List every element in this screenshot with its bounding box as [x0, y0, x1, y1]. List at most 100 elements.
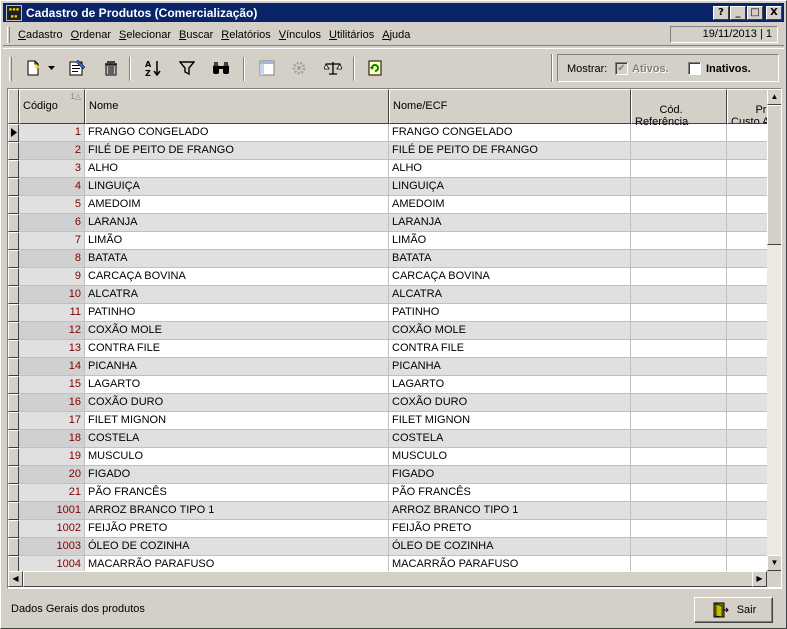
- scroll-up-button[interactable]: ▲: [767, 89, 781, 105]
- cell-nome[interactable]: COSTELA: [85, 430, 389, 448]
- scroll-right-button[interactable]: ▶: [752, 571, 767, 587]
- column-header-codigo[interactable]: Código 1△: [19, 89, 85, 124]
- table-row[interactable]: 13 CONTRA FILE CONTRA FILE: [8, 340, 767, 358]
- row-indicator[interactable]: [8, 160, 19, 178]
- cell-codigo[interactable]: 1002: [19, 520, 85, 538]
- cell-cod-referencia[interactable]: [631, 142, 727, 160]
- scroll-down-button[interactable]: ▼: [767, 555, 781, 571]
- table-row[interactable]: 21 PÃO FRANCÊS PÃO FRANCÊS: [8, 484, 767, 502]
- cell-nome[interactable]: COXÃO DURO: [85, 394, 389, 412]
- cell-cod-referencia[interactable]: [631, 250, 727, 268]
- cell-nome[interactable]: PÃO FRANCÊS: [85, 484, 389, 502]
- cell-cod-referencia[interactable]: [631, 520, 727, 538]
- cell-preco-custo[interactable]: [727, 268, 767, 286]
- row-indicator[interactable]: [8, 304, 19, 322]
- cell-nome-ecf[interactable]: PÃO FRANCÊS: [389, 484, 631, 502]
- refresh-button[interactable]: [363, 57, 387, 79]
- cell-nome[interactable]: CONTRA FILE: [85, 340, 389, 358]
- inativos-label[interactable]: Inativos.: [706, 63, 751, 75]
- vertical-scrollbar[interactable]: ▲ ▼: [767, 89, 781, 571]
- app-icon[interactable]: ▪▪▪ ▪▪: [6, 4, 22, 21]
- cell-nome-ecf[interactable]: COXÃO MOLE: [389, 322, 631, 340]
- row-indicator[interactable]: [8, 430, 19, 448]
- cell-preco-custo[interactable]: [727, 538, 767, 556]
- row-indicator[interactable]: [8, 394, 19, 412]
- cell-cod-referencia[interactable]: [631, 430, 727, 448]
- cell-nome[interactable]: ALHO: [85, 160, 389, 178]
- cell-cod-referencia[interactable]: [631, 286, 727, 304]
- menu-ajuda[interactable]: Ajuda: [378, 29, 414, 41]
- cell-codigo[interactable]: 15: [19, 376, 85, 394]
- cell-preco-custo[interactable]: [727, 142, 767, 160]
- table-row[interactable]: 5 AMEDOIM AMEDOIM: [8, 196, 767, 214]
- cell-codigo[interactable]: 17: [19, 412, 85, 430]
- sort-button[interactable]: A Z: [141, 57, 165, 79]
- table-row[interactable]: 19 MUSCULO MUSCULO: [8, 448, 767, 466]
- table-row[interactable]: 12 COXÃO MOLE COXÃO MOLE: [8, 322, 767, 340]
- cell-codigo[interactable]: 1: [19, 124, 85, 142]
- cell-nome-ecf[interactable]: PATINHO: [389, 304, 631, 322]
- cell-nome-ecf[interactable]: ARROZ BRANCO TIPO 1: [389, 502, 631, 520]
- table-row[interactable]: 14 PICANHA PICANHA: [8, 358, 767, 376]
- cell-nome[interactable]: MUSCULO: [85, 448, 389, 466]
- horizontal-scroll-thumb[interactable]: [23, 571, 753, 587]
- cell-nome-ecf[interactable]: FILÉ DE PEITO DE FRANGO: [389, 142, 631, 160]
- cell-nome-ecf[interactable]: LINGUIÇA: [389, 178, 631, 196]
- row-indicator[interactable]: [8, 196, 19, 214]
- cell-cod-referencia[interactable]: [631, 538, 727, 556]
- cell-preco-custo[interactable]: [727, 232, 767, 250]
- menu-buscar[interactable]: Buscar: [175, 29, 217, 41]
- minimize-button[interactable]: _: [730, 5, 746, 20]
- cell-preco-custo[interactable]: [727, 430, 767, 448]
- cell-preco-custo[interactable]: [727, 376, 767, 394]
- cell-nome-ecf[interactable]: COXÃO DURO: [389, 394, 631, 412]
- table-row[interactable]: 9 CARCAÇA BOVINA CARCAÇA BOVINA: [8, 268, 767, 286]
- cell-preco-custo[interactable]: [727, 196, 767, 214]
- row-indicator[interactable]: [8, 250, 19, 268]
- cell-nome-ecf[interactable]: AMEDOIM: [389, 196, 631, 214]
- cell-preco-custo[interactable]: [727, 322, 767, 340]
- cell-preco-custo[interactable]: [727, 502, 767, 520]
- cell-preco-custo[interactable]: [727, 394, 767, 412]
- cell-codigo[interactable]: 2: [19, 142, 85, 160]
- cell-codigo[interactable]: 18: [19, 430, 85, 448]
- row-indicator[interactable]: [8, 178, 19, 196]
- cell-nome-ecf[interactable]: LIMÃO: [389, 232, 631, 250]
- cell-nome[interactable]: FIGADO: [85, 466, 389, 484]
- sair-button[interactable]: Sair: [694, 597, 773, 623]
- cell-nome-ecf[interactable]: CARCAÇA BOVINA: [389, 268, 631, 286]
- cell-preco-custo[interactable]: [727, 340, 767, 358]
- row-indicator[interactable]: [8, 340, 19, 358]
- scroll-left-button[interactable]: ◀: [8, 571, 23, 587]
- menu-relatorios[interactable]: Relatórios: [217, 29, 275, 41]
- cell-nome[interactable]: AMEDOIM: [85, 196, 389, 214]
- horizontal-scrollbar[interactable]: ◀ ▶: [8, 571, 767, 587]
- cell-cod-referencia[interactable]: [631, 268, 727, 286]
- table-row[interactable]: 18 COSTELA COSTELA: [8, 430, 767, 448]
- table-row[interactable]: 3 ALHO ALHO: [8, 160, 767, 178]
- cell-cod-referencia[interactable]: [631, 124, 727, 142]
- edit-record-button[interactable]: [65, 57, 89, 79]
- cell-cod-referencia[interactable]: [631, 196, 727, 214]
- table-row[interactable]: 6 LARANJA LARANJA: [8, 214, 767, 232]
- cell-codigo[interactable]: 5: [19, 196, 85, 214]
- table-row[interactable]: 2 FILÉ DE PEITO DE FRANGO FILÉ DE PEITO DE…: [8, 142, 767, 160]
- cell-codigo[interactable]: 7: [19, 232, 85, 250]
- cell-nome-ecf[interactable]: CONTRA FILE: [389, 340, 631, 358]
- cell-nome[interactable]: LAGARTO: [85, 376, 389, 394]
- cell-nome-ecf[interactable]: MACARRÃO PARAFUSO: [389, 556, 631, 571]
- cell-codigo[interactable]: 1003: [19, 538, 85, 556]
- row-indicator[interactable]: [8, 232, 19, 250]
- cell-preco-custo[interactable]: [727, 124, 767, 142]
- row-indicator[interactable]: [8, 268, 19, 286]
- cell-cod-referencia[interactable]: [631, 160, 727, 178]
- cell-codigo[interactable]: 12: [19, 322, 85, 340]
- new-record-button[interactable]: [21, 57, 45, 79]
- row-indicator[interactable]: [8, 448, 19, 466]
- row-indicator[interactable]: [8, 556, 19, 571]
- menu-vinculos[interactable]: Vínculos: [275, 29, 325, 41]
- cell-cod-referencia[interactable]: [631, 214, 727, 232]
- cell-preco-custo[interactable]: [727, 556, 767, 571]
- table-row[interactable]: 1004 MACARRÃO PARAFUSO MACARRÃO PARAFUSO: [8, 556, 767, 571]
- cell-nome-ecf[interactable]: FILET MIGNON: [389, 412, 631, 430]
